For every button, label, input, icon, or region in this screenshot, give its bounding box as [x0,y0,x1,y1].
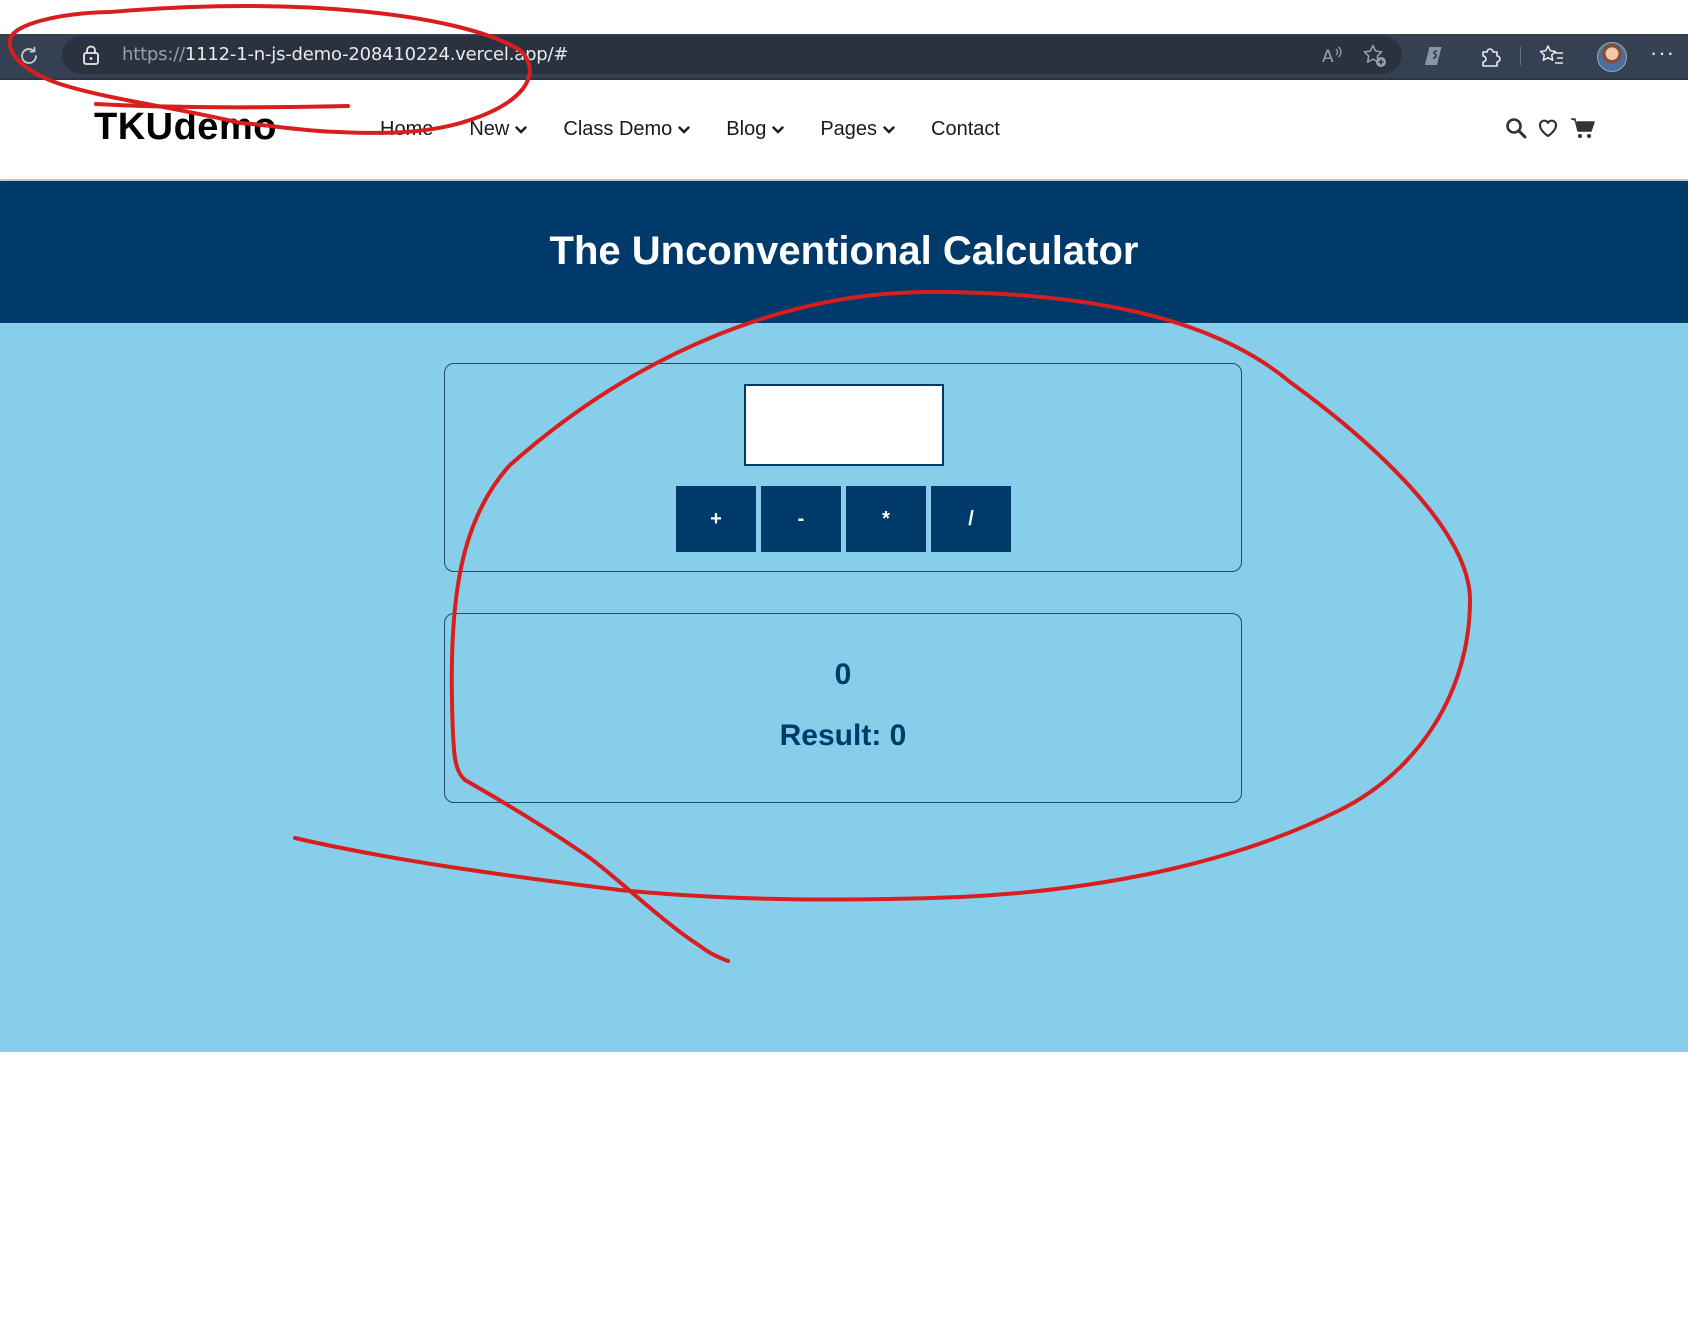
nav-item-blog[interactable]: Blog [726,118,785,141]
search-icon[interactable] [1504,116,1528,145]
add-button[interactable]: + [676,486,756,552]
site-header: TKUdemo Home New Class Demo Blog Pages C… [0,80,1688,181]
cart-icon[interactable] [1570,116,1596,145]
site-logo[interactable]: TKUdemo [94,106,277,149]
input-panel: + - * / [444,363,1242,572]
subtract-button[interactable]: - [761,486,841,552]
chevron-down-icon [772,125,785,134]
nav-item-new[interactable]: New [469,118,528,141]
puzzle-icon[interactable] [1478,43,1504,69]
operator-buttons: + - * / [676,486,1016,552]
multiply-button[interactable]: * [846,486,926,552]
hero-banner: The Unconventional Calculator [0,181,1688,323]
chevron-down-icon [515,125,528,134]
result-output: Result: 0 [445,719,1241,753]
add-favorite-icon[interactable] [1362,43,1386,67]
number-input[interactable] [744,384,944,466]
url-text[interactable]: https://1112-1-n-js-demo-208410224.verce… [122,36,568,74]
result-value: 0 [889,719,907,752]
divide-button[interactable]: / [931,486,1011,552]
main-nav: Home New Class Demo Blog Pages Contact [380,118,1036,141]
address-bar[interactable]: https://1112-1-n-js-demo-208410224.verce… [62,36,1402,74]
refresh-icon[interactable] [14,41,44,71]
heart-icon[interactable] [1536,116,1560,145]
toolbar-separator [1520,47,1521,65]
result-label: Result: [779,719,882,752]
result-panel: 0 Result: 0 [444,613,1242,803]
calculator-area: + - * / 0 Result: 0 [0,323,1688,1052]
read-aloud-icon[interactable]: A [1320,43,1344,67]
favorites-icon[interactable] [1538,43,1564,69]
nav-item-home[interactable]: Home [380,118,433,141]
more-icon[interactable]: ··· [1650,40,1675,66]
browser-toolbar: https://1112-1-n-js-demo-208410224.verce… [0,34,1688,80]
lock-icon[interactable] [82,45,100,70]
nav-item-pages[interactable]: Pages [820,118,895,141]
calculation-description: 0 [834,658,852,691]
page-title: The Unconventional Calculator [549,229,1139,273]
profile-avatar[interactable] [1597,42,1627,72]
nav-item-contact[interactable]: Contact [931,118,1000,141]
chevron-down-icon [883,125,895,134]
chevron-down-icon [678,125,690,134]
nav-item-class-demo[interactable]: Class Demo [563,118,690,141]
extension-icon[interactable] [1422,43,1448,69]
svg-text:A: A [1322,47,1334,67]
